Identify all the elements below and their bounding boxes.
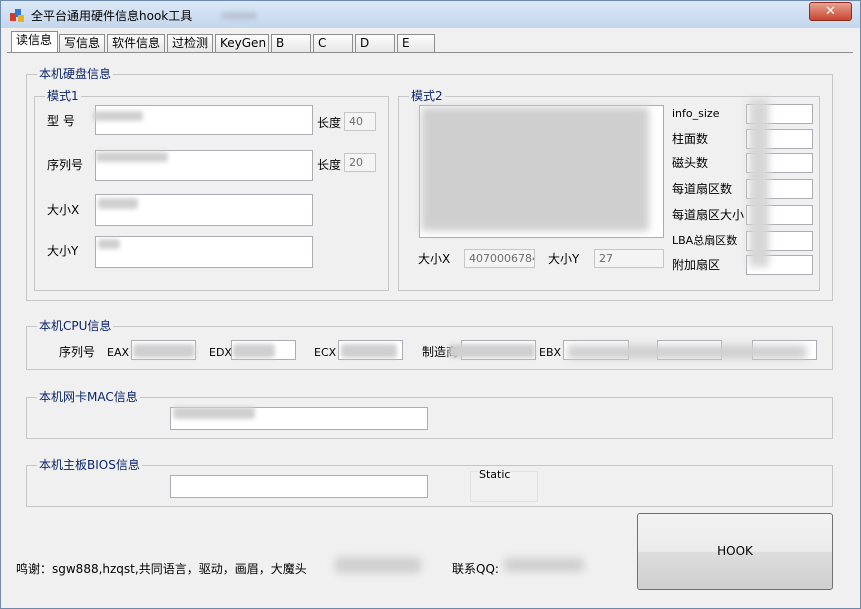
tab-b[interactable]: B — [271, 34, 311, 52]
tab-e[interactable]: E — [397, 34, 435, 52]
cylinders-label: 柱面数 — [672, 132, 709, 146]
edx-label: EDX — [209, 346, 232, 359]
close-icon: ✕ — [825, 4, 836, 19]
ecx-label: ECX — [314, 346, 337, 359]
size-x-label: 大小X — [47, 203, 80, 217]
size-y-input[interactable] — [95, 236, 313, 268]
sectors-per-track-label: 每道扇区数 — [672, 182, 733, 196]
close-button[interactable]: ✕ — [809, 2, 852, 21]
redacted-cpu-ebx — [567, 345, 807, 359]
app-icon — [10, 9, 24, 22]
qq-label: 联系QQ: — [452, 562, 499, 576]
eax-label: EAX — [107, 346, 130, 359]
redacted-cpu-vendor — [449, 344, 535, 358]
redacted-cpu-eax — [133, 344, 195, 358]
serial-label: 序列号 — [47, 158, 84, 172]
redacted-size-y — [98, 239, 120, 249]
bios-field[interactable] — [170, 475, 428, 498]
tab-software-info[interactable]: 软件信息 — [107, 34, 165, 52]
disk-info-title: 本机硬盘信息 — [37, 67, 114, 81]
tab-c[interactable]: C — [313, 34, 353, 52]
mode2-size-x-field[interactable]: 4070006784 — [464, 249, 535, 268]
hook-button[interactable]: HOOK — [637, 513, 833, 590]
mode2-size-x-label: 大小X — [418, 252, 451, 266]
info-size-label: info_size — [672, 107, 720, 120]
title-bar[interactable]: 全平台通用硬件信息hook工具 ✕ — [1, 1, 860, 28]
serial-length-field[interactable]: 20 — [344, 153, 376, 172]
tab-read-info[interactable]: 读信息 — [11, 31, 58, 53]
redacted-cpu-ecx — [341, 344, 397, 358]
mode2-size-y-label: 大小Y — [548, 252, 580, 266]
tab-write-info[interactable]: 写信息 — [59, 34, 105, 52]
sector-size-label: 每道扇区大小 — [672, 208, 745, 222]
mode1-title: 模式1 — [45, 89, 81, 103]
thanks-text: 鸣谢：sgw888,hzqst,共同语言，驱动，画眉，大魔头 — [16, 562, 307, 576]
tab-d[interactable]: D — [355, 34, 395, 52]
tab-keygen[interactable]: KeyGen — [215, 34, 269, 52]
model-label: 型 号 — [47, 114, 75, 128]
redacted-mode2-output — [421, 107, 649, 231]
mac-info-title: 本机网卡MAC信息 — [37, 390, 140, 404]
redacted-serial — [96, 152, 168, 162]
heads-label: 磁头数 — [672, 156, 709, 170]
cpu-info-title: 本机CPU信息 — [37, 319, 114, 333]
tab-bypass-detect[interactable]: 过检测 — [167, 34, 213, 52]
mac-info-group: 本机网卡MAC信息 — [26, 390, 833, 439]
model-length-label: 长度 — [317, 116, 342, 130]
bios-info-title: 本机主板BIOS信息 — [37, 458, 142, 472]
ebx-label: EBX — [539, 346, 562, 359]
redacted-qq — [504, 558, 584, 572]
redacted-title-suffix — [221, 12, 257, 20]
serial-length-label: 长度 — [317, 158, 342, 172]
redacted-mode2-fields — [749, 99, 769, 267]
redacted-mac — [173, 407, 255, 419]
lba-total-sectors-label: LBA总扇区数 — [672, 234, 738, 247]
main-window: 全平台通用硬件信息hook工具 ✕ 读信息 写信息 软件信息 过检测 KeyGe… — [0, 0, 861, 609]
mode2-title: 模式2 — [409, 89, 445, 103]
redacted-footer-1 — [335, 557, 421, 573]
redacted-model — [93, 111, 143, 121]
window-title: 全平台通用硬件信息hook工具 — [31, 9, 193, 23]
bios-info-group: 本机主板BIOS信息 — [26, 458, 833, 507]
mode2-size-y-field[interactable]: 27 — [594, 249, 664, 268]
size-y-label: 大小Y — [47, 244, 79, 258]
cpu-serial-label: 序列号 — [59, 345, 96, 359]
extra-sectors-label: 附加扇区 — [672, 258, 721, 272]
static-label: Static — [478, 468, 512, 482]
redacted-cpu-edx — [233, 344, 275, 358]
redacted-size-x — [98, 198, 138, 209]
model-length-field[interactable]: 40 — [344, 112, 376, 131]
